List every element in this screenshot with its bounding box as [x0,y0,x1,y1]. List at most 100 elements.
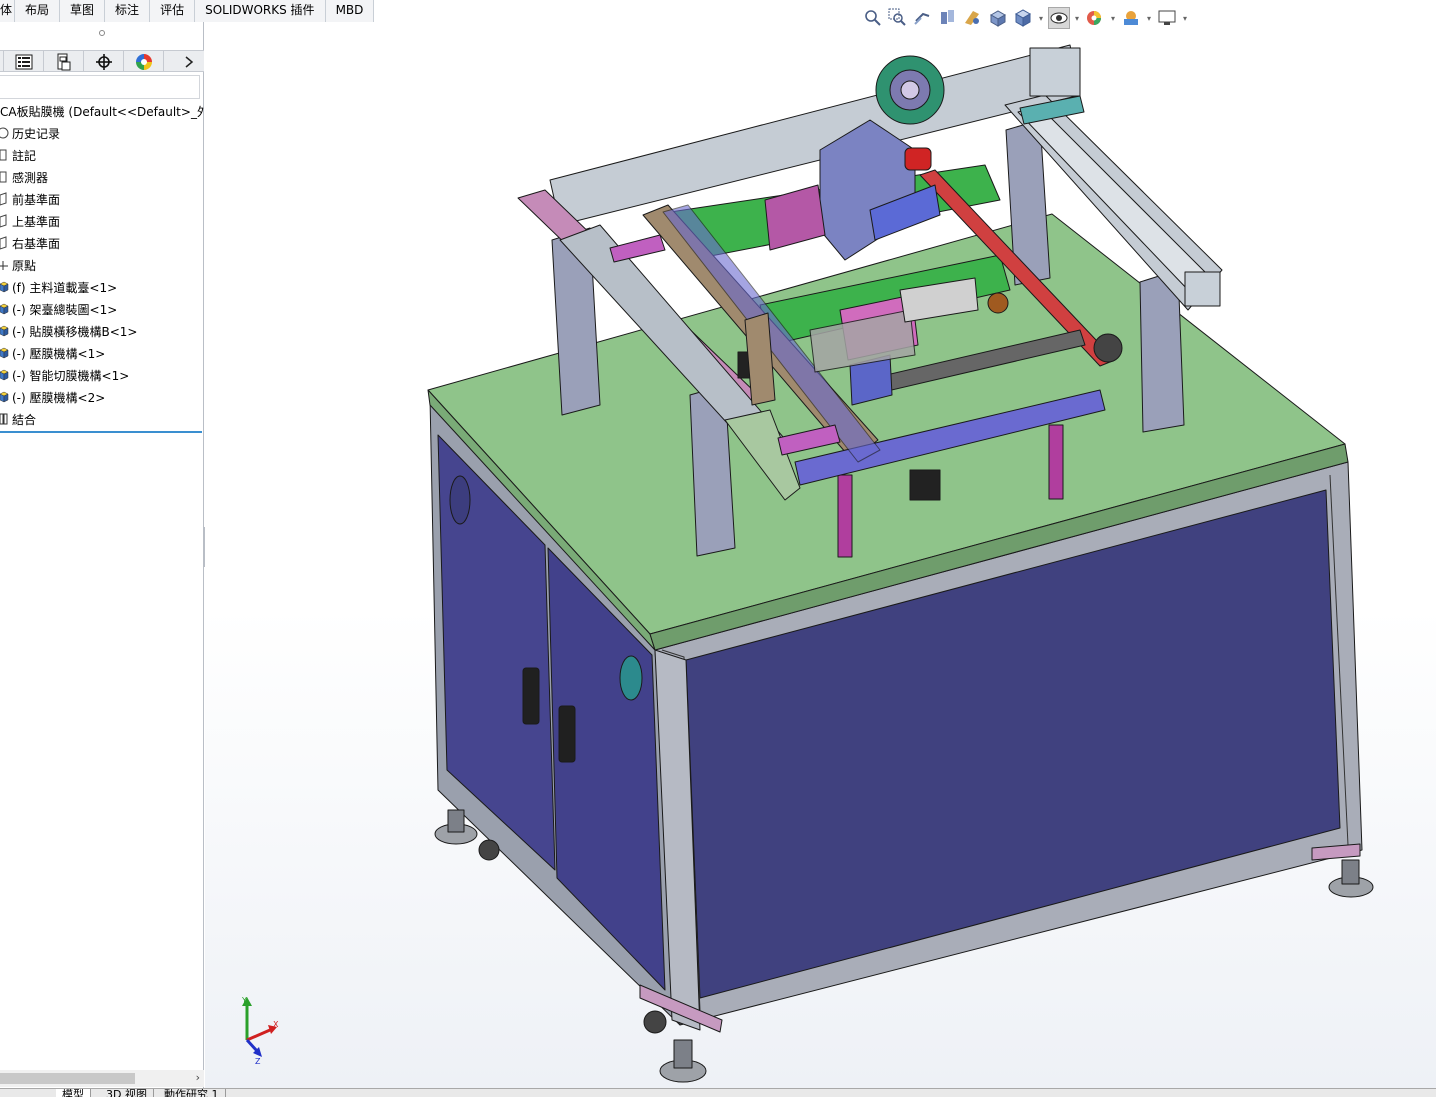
section-view-icon[interactable] [937,7,959,29]
support-post-a [837,474,853,558]
previous-view-icon[interactable] [912,7,934,29]
plane-icon [0,236,10,250]
tree-item-label: (-) 智能切膜機構<1> [12,368,130,383]
tree-item[interactable]: 結合 [0,408,204,430]
ribbon-tab-bar: 体布局 草图 标注 评估 SOLIDWORKS 插件 MBD [0,0,1436,22]
subassembly-icon [0,302,10,316]
tree-root-label: CA板貼膜機 (Default<<Default>_外觀 [0,104,204,119]
hide-show-items-icon[interactable] [1048,7,1070,29]
tree-item[interactable]: 上基準面 [0,210,204,232]
tree-item[interactable]: 註記 [0,144,204,166]
history-icon [0,126,10,140]
zoom-to-fit-icon[interactable] [862,7,884,29]
tree-item[interactable]: (-) 貼膜橫移機構B<1> [0,320,204,342]
tree-item[interactable]: (-) 架臺總裝圖<1> [0,298,204,320]
featuremanager-tree-icon[interactable] [4,51,44,72]
vent-circle-left [449,475,471,525]
tree-item[interactable]: (-) 壓膜機構<2> [0,386,204,408]
display-style-icon[interactable] [1012,7,1034,29]
ribbon-tabs: 体布局 草图 标注 评估 SOLIDWORKS 插件 MBD [0,0,375,22]
tree-item[interactable]: 历史记录 [0,122,204,144]
chevron-down-icon[interactable]: ▾ [1181,14,1189,23]
tree-item-label: 历史记录 [12,126,61,141]
display-manager-icon[interactable] [124,51,164,72]
zoom-area-icon[interactable] [887,7,909,29]
pink-block [764,184,826,251]
ribbon-tab-5[interactable]: SOLIDWORKS 插件 [195,0,326,22]
coordinate-triad: Y X Z [241,996,279,1066]
tree-item-label: 前基準面 [12,192,61,207]
feature-tree: CA板貼膜機 (Default<<Default>_外觀 历史记录註記感測器前基… [0,100,204,430]
subassembly-icon [0,390,10,404]
tree-item[interactable]: 感測器 [0,166,204,188]
subassembly-icon [0,346,10,360]
heads-up-view-toolbar: ▾ ▾ ▾ ▾ ▾ [862,4,1189,32]
triad-x-label: X [273,1020,279,1029]
vent-circle-door [619,655,643,701]
ribbon-tab-0[interactable]: 体 [0,0,16,22]
drive-pulley [1093,333,1123,363]
graphics-viewport[interactable]: Y X Z [205,22,1436,1088]
assembly-model-render[interactable] [205,22,1436,1088]
chevron-down-icon[interactable]: ▾ [1109,14,1117,23]
tree-rollback-bar[interactable] [0,431,202,433]
tree-root-assembly[interactable]: CA板貼膜機 (Default<<Default>_外觀 [0,100,204,122]
panel-grip[interactable] [0,22,203,44]
view-orientation-icon[interactable] [987,7,1009,29]
triad-z-label: Z [255,1057,261,1066]
tree-item[interactable]: 前基準面 [0,188,204,210]
triad-y-label: Y [241,996,247,1005]
dynamic-annotation-icon[interactable] [962,7,984,29]
chevron-down-icon[interactable]: ▾ [1145,14,1153,23]
scroll-right-icon[interactable]: › [196,1071,200,1084]
tree-item[interactable]: 右基準面 [0,232,204,254]
tree-filter-input[interactable] [0,75,200,99]
tree-item-label: 感測器 [12,170,49,185]
tree-items: 历史记录註記感測器前基準面上基準面 右基準面原點 (f) 主料道載臺<1> (-) 架… [0,122,204,430]
tree-item-label: (-) 壓膜機構<1> [12,346,106,361]
ribbon-tab-3[interactable]: 标注 [105,0,151,22]
caster-wheel-left [478,839,500,861]
bottom-tab-bar: 模型 3D 视图 動作研究 1 [0,1088,1436,1097]
manager-tabs [0,50,204,72]
chevron-down-icon[interactable]: ▾ [1073,14,1081,23]
gear-wheel [987,292,1009,314]
bottom-tab-2[interactable]: 動作研究 1 [158,1089,226,1097]
tree-item-label: 註記 [12,148,37,163]
scrollbar-thumb[interactable] [0,1073,135,1084]
chevron-right-icon[interactable] [174,51,204,72]
stepper-motor-front [909,469,941,501]
view-settings-icon[interactable] [1156,7,1178,29]
bottom-tab-0[interactable]: 模型 [56,1089,91,1097]
mates-icon [0,412,10,426]
caster-wheel-front [643,1010,667,1034]
ribbon-tab-1[interactable]: 布局 [15,0,61,22]
ribbon-tab-6[interactable]: MBD [325,0,375,22]
tree-item-label: (-) 貼膜橫移機構B<1> [12,324,138,339]
tree-item[interactable]: (f) 主料道載臺<1> [0,276,204,298]
tree-item-label: (-) 架臺總裝圖<1> [12,302,118,317]
rail-end-cap [1184,271,1221,307]
apply-scene-icon[interactable] [1120,7,1142,29]
chevron-down-icon[interactable]: ▾ [1037,14,1045,23]
ribbon-tab-4[interactable]: 评估 [150,0,196,22]
tree-item[interactable]: (-) 壓膜機構<1> [0,342,204,364]
subassembly-icon [0,368,10,382]
tree-item-label: 原點 [12,258,37,273]
ribbon-tab-2[interactable]: 草图 [60,0,106,22]
propertymanager-icon[interactable] [44,51,84,72]
configurationmanager-icon[interactable] [84,51,124,72]
bottom-tab-1[interactable]: 3D 视图 [100,1089,154,1097]
roller-back [609,234,666,263]
sensors-icon [0,170,10,184]
mount-plate [819,119,916,261]
annotations-icon [0,148,10,162]
tree-item[interactable]: (-) 智能切膜機構<1> [0,364,204,386]
tree-item[interactable]: 原點 [0,254,204,276]
tree-item-label: (f) 主料道載臺<1> [12,280,118,295]
edit-appearance-icon[interactable] [1084,7,1106,29]
plane-icon [0,192,10,206]
plane-icon [0,214,10,228]
tree-horizontal-scrollbar[interactable]: › [0,1070,204,1087]
tree-item-label: 結合 [12,412,37,427]
